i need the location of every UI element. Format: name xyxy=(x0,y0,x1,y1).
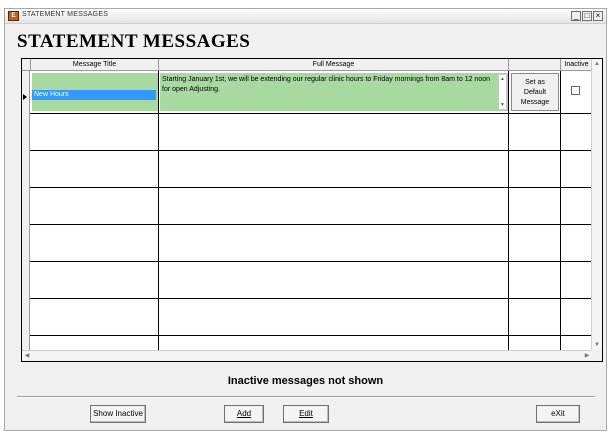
grid-vertical-scrollbar[interactable]: ▲ ▼ xyxy=(591,59,602,350)
row-divider xyxy=(30,113,592,114)
scrollbar-corner xyxy=(591,350,602,361)
full-message-text: Starting January 1st, we will be extendi… xyxy=(162,76,490,93)
title-bar[interactable]: E STATEMENT MESSAGES _ □ × xyxy=(5,9,606,24)
message-scrollbar[interactable]: ▲ ▼ xyxy=(498,74,507,110)
set-default-label-line-2: Default xyxy=(523,89,547,96)
row-divider xyxy=(30,261,592,262)
message-title-input[interactable] xyxy=(32,90,156,100)
edit-button[interactable]: Edit xyxy=(283,405,329,423)
maximize-button[interactable]: □ xyxy=(582,11,592,21)
statement-messages-window: E STATEMENT MESSAGES _ □ × STATEMENT MES… xyxy=(4,8,607,431)
row-divider xyxy=(30,224,592,225)
separator xyxy=(17,396,595,398)
page-title: STATEMENT MESSAGES xyxy=(17,31,251,52)
row-divider xyxy=(30,298,592,299)
set-default-label-line-1: Set as xyxy=(525,79,545,86)
app-icon: E xyxy=(8,11,19,21)
full-message-cell[interactable]: Starting January 1st, we will be extendi… xyxy=(160,73,508,111)
window-title: STATEMENT MESSAGES xyxy=(22,11,109,18)
show-inactive-button[interactable]: Show Inactive xyxy=(90,405,146,423)
status-text: Inactive messages not shown xyxy=(227,375,384,387)
add-button[interactable]: Add xyxy=(224,405,264,423)
messages-grid: Message Title Full Message Inactive Star… xyxy=(21,58,603,362)
column-header-inactive[interactable]: Inactive xyxy=(561,59,592,71)
close-button[interactable]: × xyxy=(593,11,603,21)
scroll-down-icon[interactable]: ▼ xyxy=(499,101,506,109)
scroll-up-icon[interactable]: ▲ xyxy=(592,59,602,69)
minimize-button[interactable]: _ xyxy=(571,11,581,21)
window-controls: _ □ × xyxy=(571,11,603,21)
grid-header: Message Title Full Message Inactive xyxy=(22,59,592,71)
inactive-checkbox[interactable] xyxy=(571,86,580,95)
set-default-message-button[interactable]: Set as Default Message xyxy=(511,73,559,111)
scroll-up-icon[interactable]: ▲ xyxy=(499,75,506,83)
header-selector-cell xyxy=(22,59,31,71)
column-header-default xyxy=(509,59,561,71)
row-divider xyxy=(30,150,592,151)
row-divider xyxy=(30,335,592,336)
current-row-arrow-icon xyxy=(23,94,27,100)
grid-horizontal-scrollbar[interactable]: ◀ ▶ xyxy=(22,350,592,361)
column-header-full-message[interactable]: Full Message xyxy=(159,59,509,71)
set-default-label-line-3: Message xyxy=(520,99,550,106)
column-header-message-title[interactable]: Message Title xyxy=(31,59,159,71)
row-divider xyxy=(30,187,592,188)
message-title-cell[interactable] xyxy=(32,73,158,111)
exit-button[interactable]: eXit xyxy=(536,405,580,423)
scroll-left-icon[interactable]: ◀ xyxy=(22,351,32,361)
row-selector-column[interactable] xyxy=(22,71,30,350)
scroll-down-icon[interactable]: ▼ xyxy=(592,340,602,350)
